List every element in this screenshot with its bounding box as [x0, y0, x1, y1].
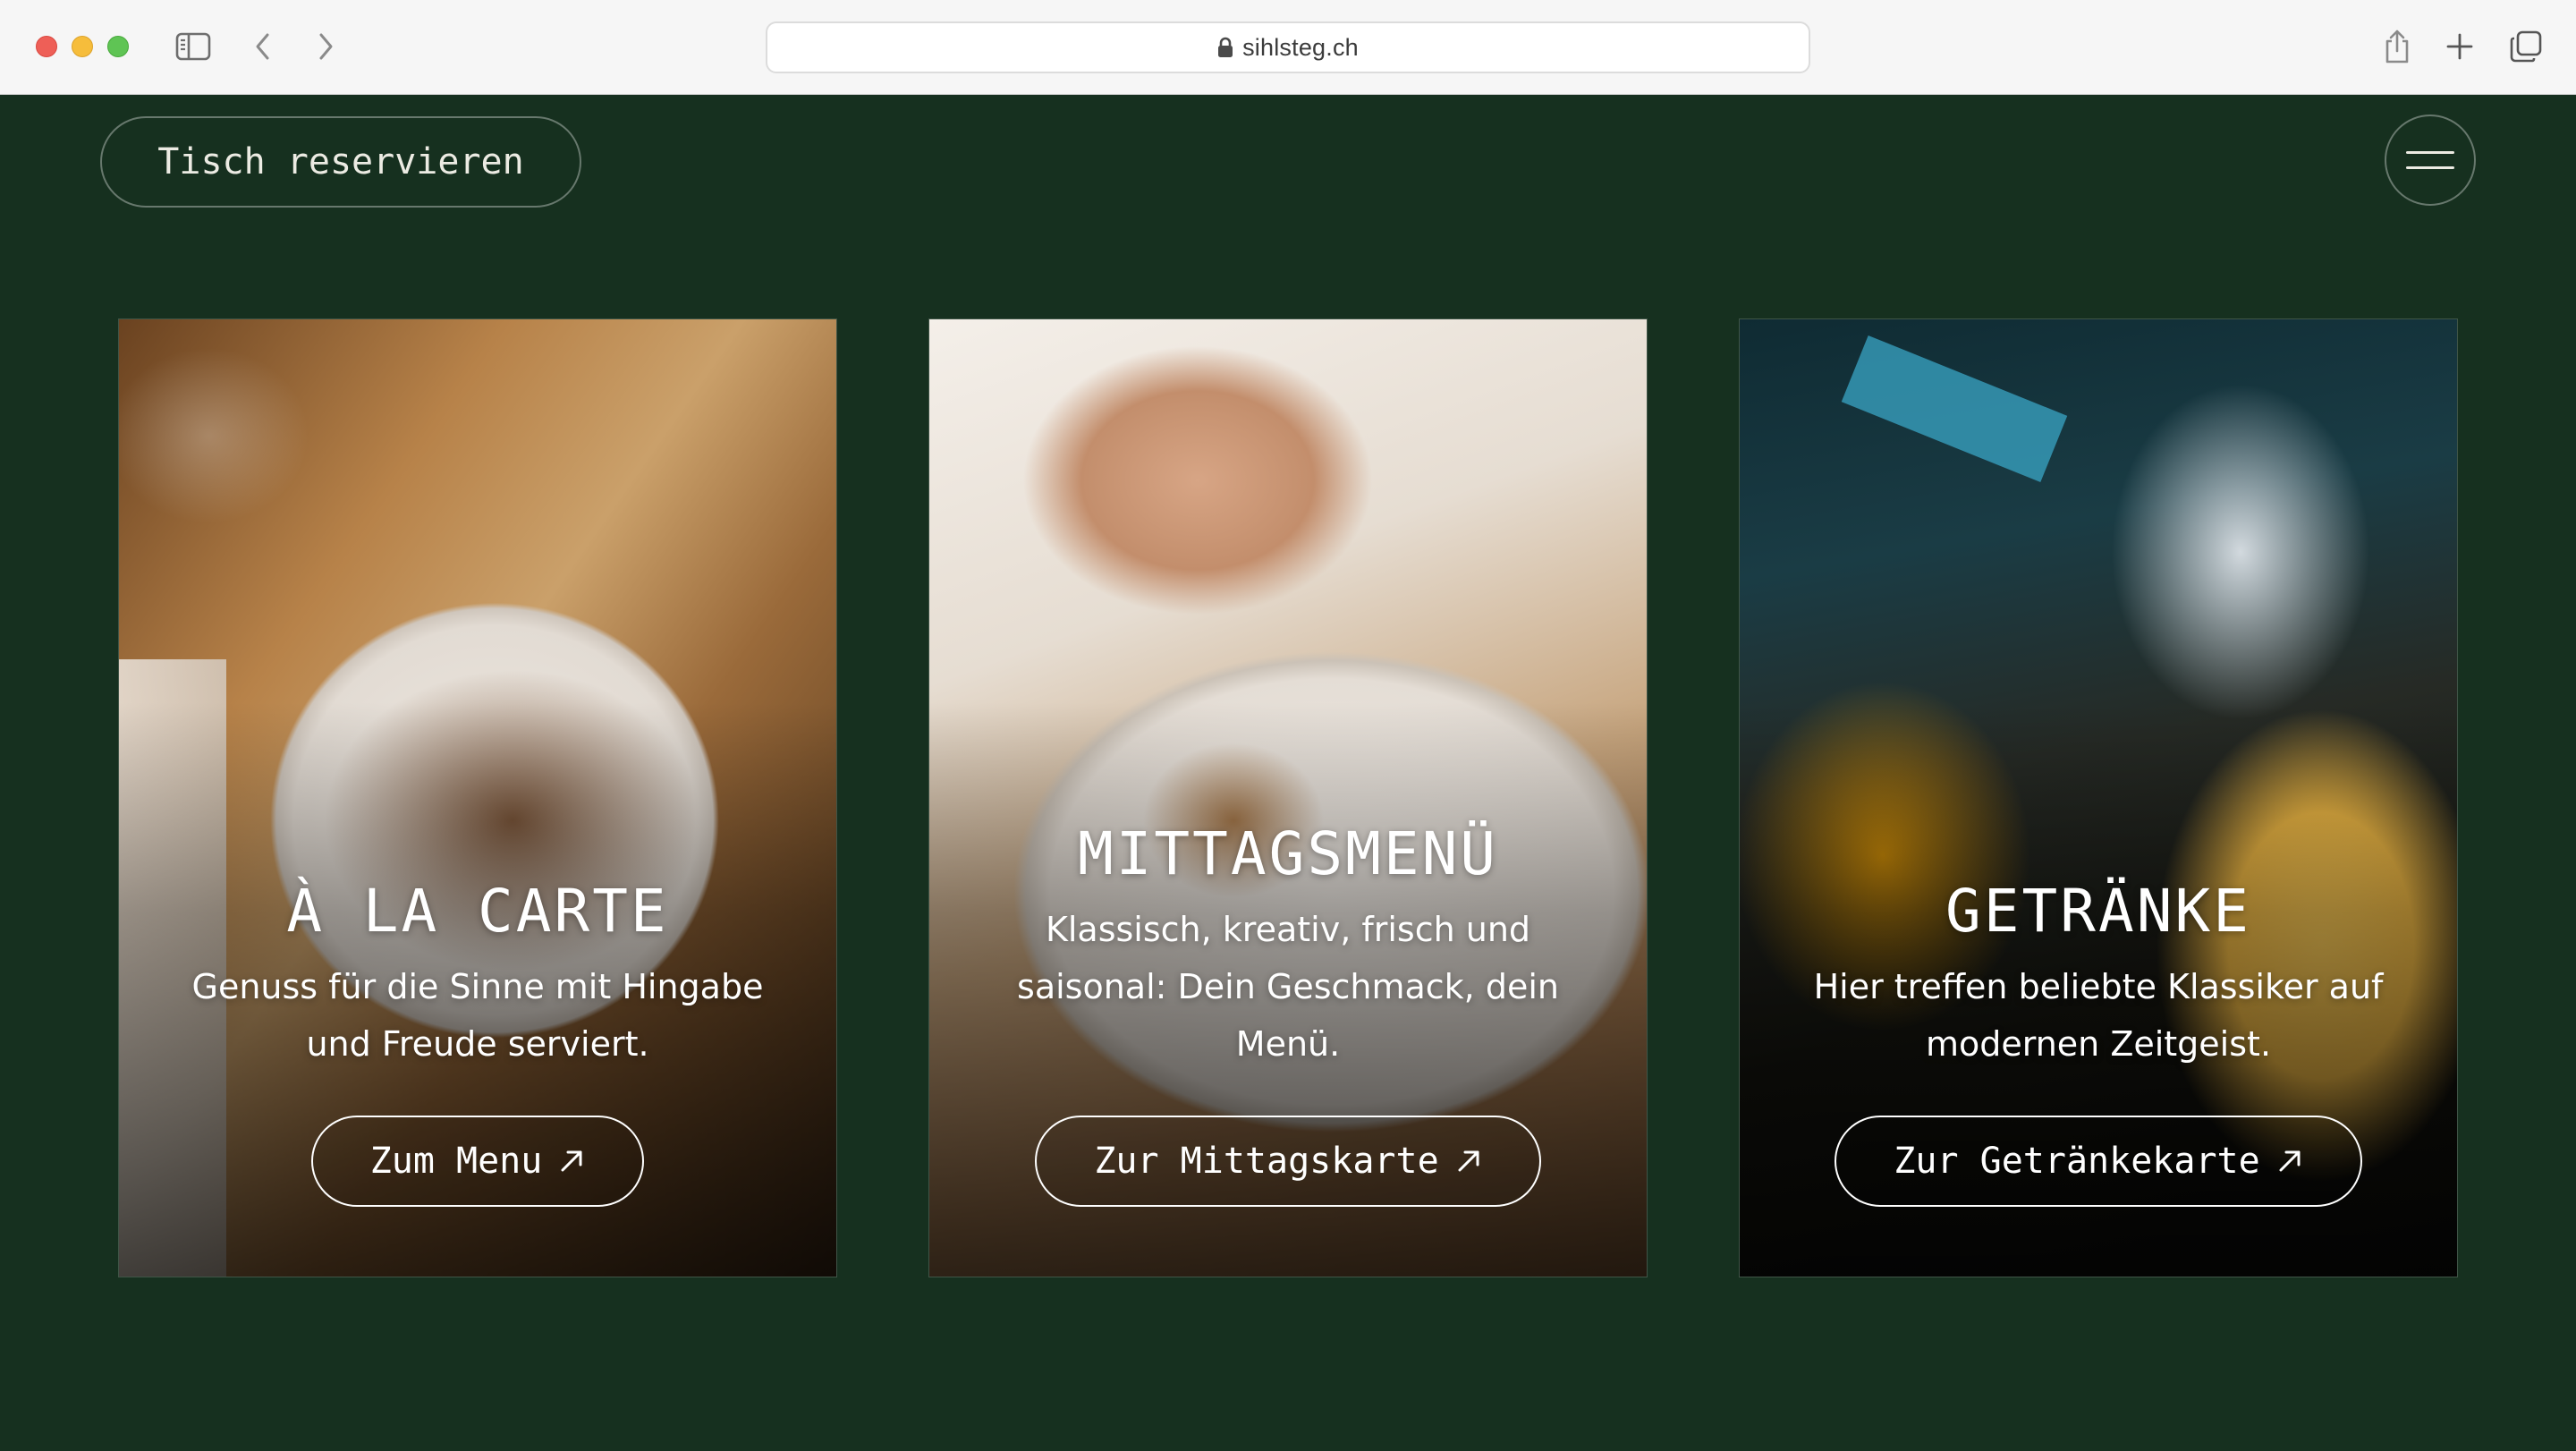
zoom-window-button[interactable]	[107, 36, 129, 57]
card-title: À LA CARTE	[286, 877, 669, 946]
back-icon[interactable]	[242, 25, 284, 68]
button-label: Zur Mittagskarte	[1094, 1141, 1439, 1182]
card-description: Klassisch, kreativ, frisch und saisonal:…	[1017, 910, 1559, 1064]
address-bar[interactable]: sihlsteg.ch	[766, 21, 1810, 73]
card-mittagsmenu: MITTAGSMENÜ Klassisch, kreativ, frisch u…	[928, 318, 1648, 1277]
page-content: Tisch reservieren À LA CARTE Genuss für …	[0, 95, 2576, 1451]
drinks-menu-button[interactable]: Zur Getränkekarte	[1835, 1116, 2362, 1207]
card-a-la-carte: À LA CARTE Genuss für die Sinne mit Hing…	[118, 318, 837, 1277]
menu-button[interactable]: Zum Menu	[310, 1116, 645, 1207]
address-text: sihlsteg.ch	[1242, 33, 1359, 61]
forward-icon[interactable]	[304, 25, 347, 68]
card-description: Genuss für die Sinne mit Hingabe und Fre…	[191, 967, 764, 1064]
lunch-menu-button[interactable]: Zur Mittagskarte	[1035, 1116, 1541, 1207]
sidebar-toggle-icon[interactable]	[172, 25, 215, 68]
card-getraenke: GETRÄNKE Hier treffen beliebte Klassiker…	[1739, 318, 2458, 1277]
arrow-up-right-icon	[1458, 1150, 1479, 1172]
browser-toolbar: sihlsteg.ch	[0, 0, 2576, 95]
hamburger-menu-button[interactable]	[2385, 115, 2476, 206]
card-title: GETRÄNKE	[1945, 877, 2251, 946]
tab-overview-icon[interactable]	[2504, 25, 2547, 68]
menu-line-icon	[2406, 166, 2454, 169]
card-title: MITTAGSMENÜ	[1077, 819, 1499, 888]
new-tab-icon[interactable]	[2438, 25, 2481, 68]
arrow-up-right-icon	[2279, 1150, 2301, 1172]
menu-line-icon	[2406, 151, 2454, 154]
minimize-window-button[interactable]	[72, 36, 93, 57]
button-label: Zur Getränkekarte	[1894, 1141, 2260, 1182]
lock-icon	[1218, 37, 1233, 57]
arrow-up-right-icon	[561, 1150, 582, 1172]
reserve-table-button[interactable]: Tisch reservieren	[100, 116, 581, 208]
close-window-button[interactable]	[36, 36, 57, 57]
share-icon[interactable]	[2376, 25, 2419, 68]
button-label: Zum Menu	[369, 1141, 543, 1182]
card-description: Hier treffen beliebte Klassiker auf mode…	[1813, 967, 2384, 1064]
